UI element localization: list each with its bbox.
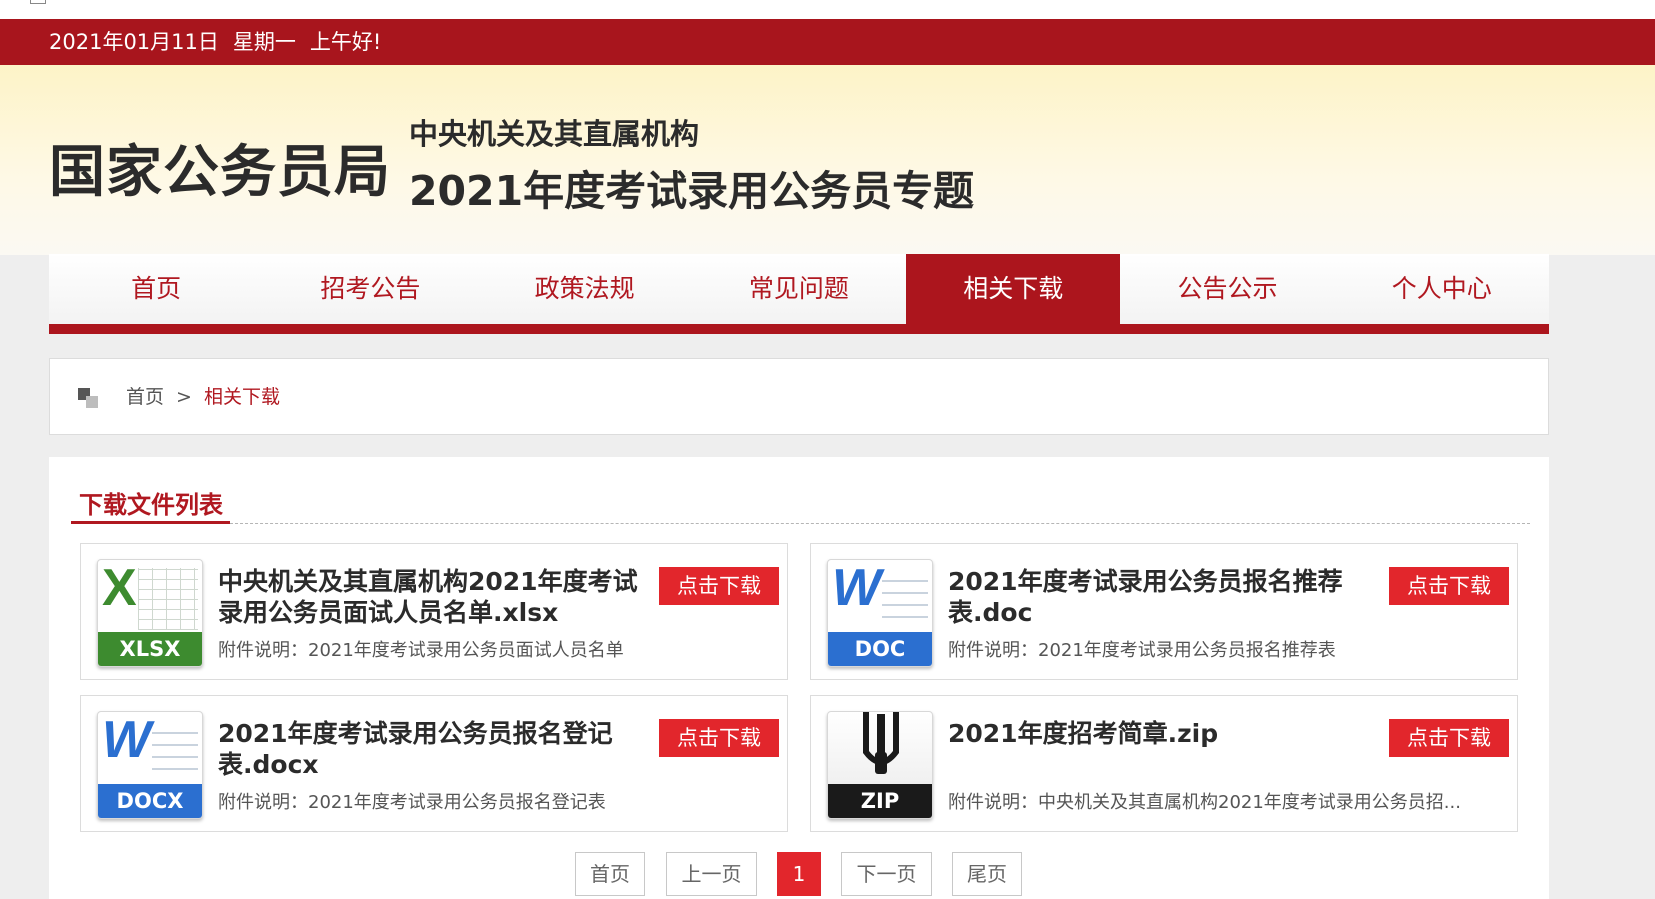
download-button[interactable]: 点击下载 (659, 567, 779, 605)
pagination-next[interactable]: 下一页 (841, 852, 932, 896)
download-list-panel: 下载文件列表 X XLSX 中央机关及其直属机构2021年度考试录用公务员面试人… (49, 457, 1549, 899)
breadcrumb-current[interactable]: 相关下载 (204, 386, 280, 408)
pagination: 首页 上一页 1 下一页 尾页 (0, 852, 1655, 899)
zip-file-icon: ZIP (827, 711, 933, 819)
weekday-text: 星期一 (232, 30, 296, 54)
nav-item-recruitment-notices[interactable]: 招考公告 (263, 254, 477, 324)
breadcrumb-separator: > (176, 386, 192, 408)
pagination-first[interactable]: 首页 (575, 852, 645, 896)
nav-underline (49, 324, 1549, 334)
download-button[interactable]: 点击下载 (1389, 567, 1509, 605)
section-title-underline (71, 521, 230, 524)
file-card: W DOC 2021年度考试录用公务员报名推荐表.doc 附件说明：2021年度… (810, 543, 1518, 680)
header-banner: 国家公务员局 中央机关及其直属机构 2021年度考试录用公务员专题 (0, 65, 1655, 255)
file-title[interactable]: 2021年度考试录用公务员报名登记表.docx (218, 718, 638, 780)
pagination-prev[interactable]: 上一页 (666, 852, 757, 896)
nav-item-home[interactable]: 首页 (49, 254, 263, 324)
file-description: 附件说明：2021年度考试录用公务员报名推荐表 (948, 640, 1336, 661)
date-text: 2021年01月11日 (49, 30, 219, 54)
location-icon (78, 388, 98, 408)
top-strip (0, 0, 1655, 19)
nav-item-policies[interactable]: 政策法规 (478, 254, 692, 324)
file-title[interactable]: 中央机关及其直属机构2021年度考试录用公务员面试人员名单.xlsx (218, 566, 638, 628)
file-description: 附件说明：中央机关及其直属机构2021年度考试录用公务员招... (948, 792, 1461, 813)
docx-file-icon: W DOCX (97, 711, 203, 819)
breadcrumb-home-link[interactable]: 首页 (126, 386, 164, 408)
xlsx-file-icon: X XLSX (97, 559, 203, 667)
doc-file-icon: W DOC (827, 559, 933, 667)
window-icon (30, 0, 46, 4)
section-title: 下载文件列表 (79, 491, 223, 519)
section-divider (230, 523, 1530, 524)
breadcrumb: 首页 > 相关下载 (49, 358, 1549, 435)
file-title[interactable]: 2021年度考试录用公务员报名推荐表.doc (948, 566, 1368, 628)
nav-item-personal-center[interactable]: 个人中心 (1335, 254, 1549, 324)
file-card: ZIP 2021年度招考简章.zip 附件说明：中央机关及其直属机构2021年度… (810, 695, 1518, 832)
nav-item-downloads[interactable]: 相关下载 (906, 254, 1121, 324)
pagination-current-page[interactable]: 1 (777, 852, 821, 896)
banner-subtitle: 中央机关及其直属机构 (409, 117, 700, 151)
nav-item-announcements[interactable]: 公告公示 (1120, 254, 1334, 324)
file-description: 附件说明：2021年度考试录用公务员面试人员名单 (218, 640, 624, 661)
pagination-last[interactable]: 尾页 (952, 852, 1022, 896)
download-button[interactable]: 点击下载 (1389, 719, 1509, 757)
download-button[interactable]: 点击下载 (659, 719, 779, 757)
file-title[interactable]: 2021年度招考简章.zip (948, 718, 1368, 749)
greeting-text: 上午好! (309, 30, 382, 54)
date-bar: 2021年01月11日 星期一 上午好! (0, 19, 1655, 65)
file-card: X XLSX 中央机关及其直属机构2021年度考试录用公务员面试人员名单.xls… (80, 543, 788, 680)
nav-item-faq[interactable]: 常见问题 (692, 254, 906, 324)
file-description: 附件说明：2021年度考试录用公务员报名登记表 (218, 792, 606, 813)
main-nav: 首页 招考公告 政策法规 常见问题 相关下载 公告公示 个人中心 (49, 254, 1549, 334)
banner-title: 2021年度考试录用公务员专题 (409, 167, 975, 215)
file-card: W DOCX 2021年度考试录用公务员报名登记表.docx 附件说明：2021… (80, 695, 788, 832)
site-logo[interactable]: 国家公务员局 (49, 127, 391, 208)
